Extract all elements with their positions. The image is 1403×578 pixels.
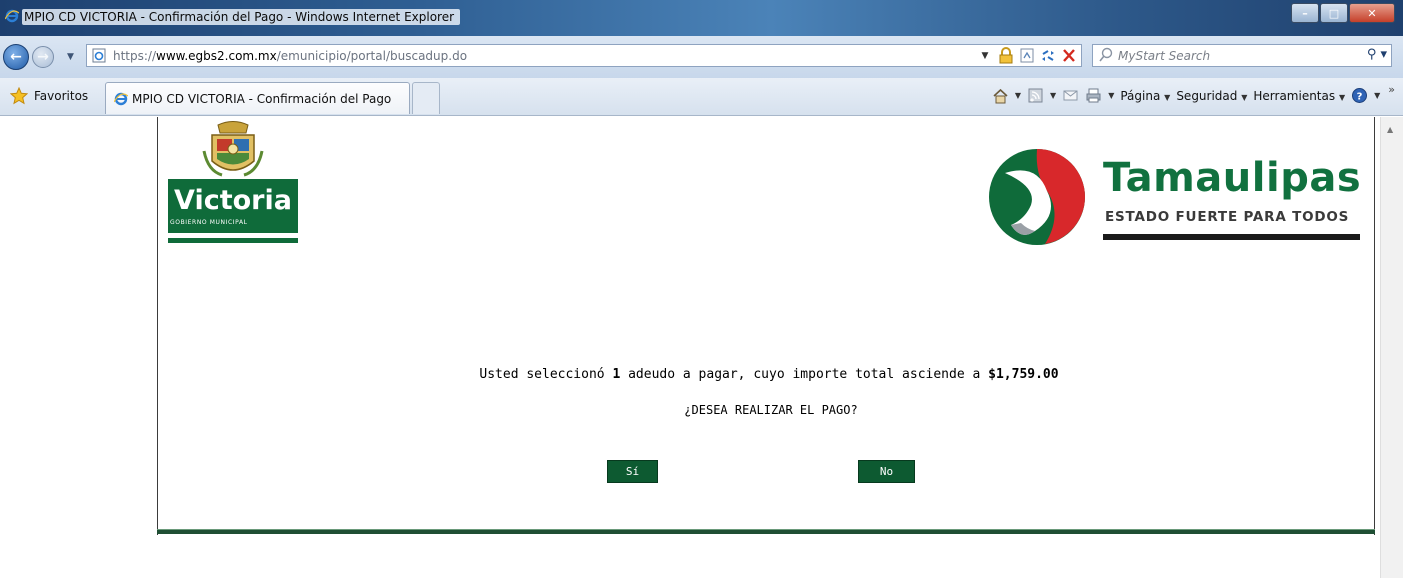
favorites-label: Favoritos: [34, 89, 89, 103]
favorites-button[interactable]: Favoritos: [10, 87, 88, 105]
feeds-dropdown-icon[interactable]: ▼: [1050, 91, 1056, 100]
window-title: MPIO CD VICTORIA - Confirmación del Pago…: [22, 9, 461, 25]
tamaulipas-logo: Tamaulipas ESTADO FUERTE PARA TODOS: [985, 145, 1365, 249]
chevron-down-icon: ▼: [1164, 92, 1171, 102]
municipal-crest-icon: [202, 121, 264, 177]
page-icon: [92, 48, 106, 63]
forward-button[interactable]: →: [32, 46, 54, 68]
security-menu[interactable]: Seguridad ▼: [1176, 89, 1247, 103]
compatibility-view-icon[interactable]: [1019, 47, 1035, 64]
address-tools: ▼: [977, 47, 1077, 64]
mail-icon[interactable]: [1062, 87, 1079, 104]
address-bar[interactable]: https://www.egbs2.com.mx/emunicipio/port…: [86, 44, 1082, 67]
total-amount: $1,759.00: [988, 367, 1059, 382]
tamaulipas-tagline: ESTADO FUERTE PARA TODOS: [1105, 209, 1350, 225]
search-box[interactable]: MyStart Search ⚲ ▾: [1092, 44, 1392, 67]
victoria-subtitle: GOBIERNO MUNICIPAL: [170, 219, 248, 226]
address-toolbar: ← → ▼ https://www.egbs2.com.mx/emunicipi…: [0, 36, 1403, 78]
star-icon: [10, 87, 28, 105]
scroll-up-icon[interactable]: ▲: [1387, 125, 1393, 134]
window-title-bar: MPIO CD VICTORIA - Confirmación del Pago…: [0, 0, 1403, 36]
payment-question: ¿DESEA REALIZAR EL PAGO?: [684, 403, 858, 417]
chevron-down-icon: ▼: [1338, 92, 1346, 102]
victoria-logo: Victoria GOBIERNO MUNICIPAL: [168, 121, 298, 251]
stop-icon[interactable]: [1061, 47, 1077, 64]
home-icon[interactable]: [992, 87, 1009, 104]
victoria-name: Victoria: [174, 185, 292, 216]
search-placeholder: MyStart Search: [1118, 49, 1211, 63]
minimize-button[interactable]: –: [1291, 3, 1319, 23]
help-dropdown-icon[interactable]: ▼: [1374, 91, 1380, 100]
home-dropdown-icon[interactable]: ▼: [1015, 91, 1021, 100]
history-dropdown-icon[interactable]: ▼: [67, 52, 74, 62]
favorites-bar: Favoritos MPIO CD VICTORIA - Confirmació…: [0, 78, 1403, 116]
print-dropdown-icon[interactable]: ▼: [1108, 91, 1114, 100]
back-button[interactable]: ←: [3, 44, 29, 70]
more-commands-icon[interactable]: »: [1388, 83, 1395, 96]
search-provider-icon: [1099, 47, 1113, 62]
search-icon[interactable]: ⚲ ▾: [1367, 47, 1387, 62]
no-button[interactable]: No: [858, 460, 915, 483]
refresh-icon[interactable]: [1040, 47, 1056, 64]
vertical-scrollbar[interactable]: ▲: [1380, 117, 1403, 578]
page-content: Victoria GOBIERNO MUNICIPAL Tamaulipas E…: [0, 117, 1380, 578]
panel-bottom-rule: [157, 529, 1375, 534]
tools-menu[interactable]: Herramientas ▼: [1253, 89, 1345, 103]
browser-tab[interactable]: MPIO CD VICTORIA - Confirmación del Pago: [105, 82, 410, 114]
payment-summary: Usted seleccionó 1 adeudo a pagar, cuyo …: [479, 367, 1059, 382]
help-icon[interactable]: ?: [1351, 87, 1368, 104]
page-menu[interactable]: Página ▼: [1120, 89, 1170, 103]
print-icon[interactable]: [1085, 87, 1102, 104]
close-button[interactable]: ✕: [1349, 3, 1395, 23]
lock-icon[interactable]: [998, 47, 1014, 64]
command-bar: ▼ ▼ ▼ Página ▼ Seguridad ▼ Herramientas …: [992, 83, 1395, 104]
tamaulipas-name: Tamaulipas: [1103, 155, 1362, 201]
yes-button[interactable]: Sí: [607, 460, 658, 483]
url-text[interactable]: https://www.egbs2.com.mx/emunicipio/port…: [113, 49, 467, 63]
svg-text:?: ?: [1357, 92, 1363, 103]
tamaulipas-rule: [1103, 234, 1360, 240]
tamaulipas-emblem-icon: [989, 149, 1085, 245]
maximize-button[interactable]: □: [1320, 3, 1348, 23]
chevron-down-icon: ▼: [1241, 92, 1248, 102]
internet-explorer-icon: [114, 92, 128, 106]
victoria-base-rule: [168, 238, 298, 243]
window-controls: – □ ✕: [1290, 3, 1395, 23]
internet-explorer-icon: [5, 9, 19, 23]
feeds-icon[interactable]: [1027, 87, 1044, 104]
new-tab-button[interactable]: [412, 82, 440, 114]
tab-label: MPIO CD VICTORIA - Confirmación del Pago: [132, 92, 392, 106]
address-dropdown-icon[interactable]: ▼: [977, 47, 993, 64]
